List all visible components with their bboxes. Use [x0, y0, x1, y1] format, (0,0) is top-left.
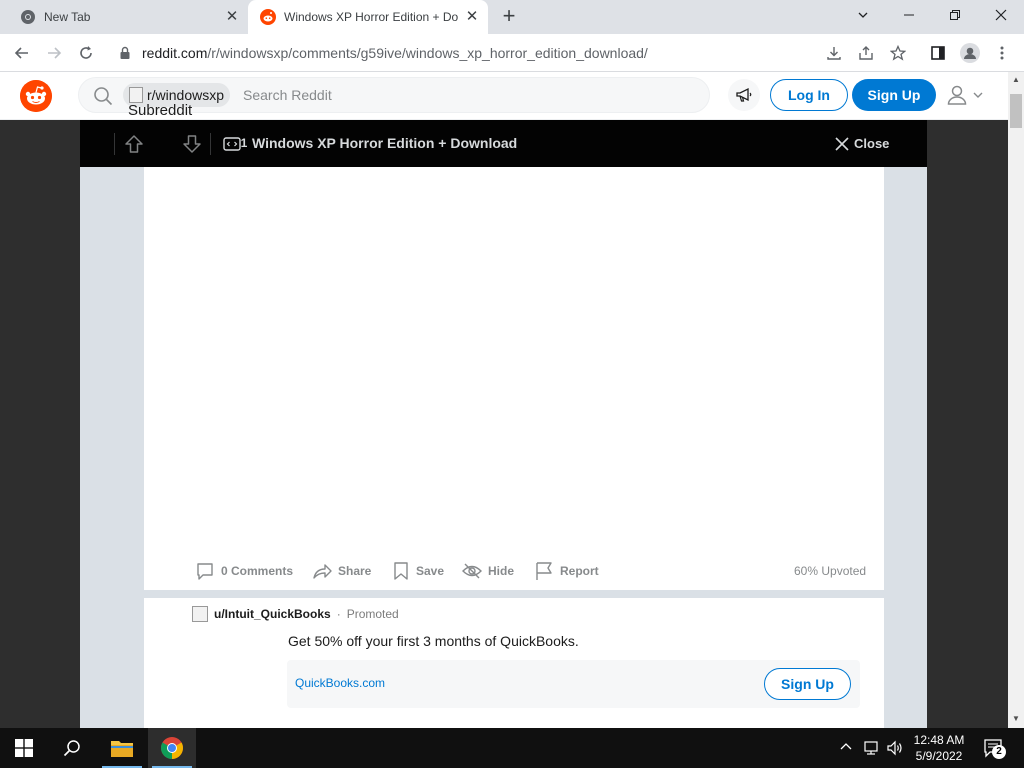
- broken-image-icon: [129, 87, 143, 103]
- downvote-button[interactable]: [182, 120, 202, 167]
- address-bar[interactable]: reddit.com/r/windowsxp/comments/g59ive/w…: [106, 38, 924, 68]
- chrome-icon: [161, 737, 183, 759]
- ad-headline[interactable]: Get 50% off your first 3 months of Quick…: [288, 633, 579, 649]
- network-icon[interactable]: [862, 740, 880, 761]
- notification-count-badge: 2: [992, 745, 1006, 759]
- file-explorer-button[interactable]: [98, 728, 146, 768]
- restore-button[interactable]: [932, 0, 978, 30]
- clock-time: 12:48 AM: [913, 733, 965, 747]
- flag-icon: [536, 562, 552, 580]
- browser-toolbar: reddit.com/r/windowsxp/comments/g59ive/w…: [0, 34, 1024, 72]
- comments-button[interactable]: 0 Comments: [195, 557, 293, 585]
- chrome-taskbar-button[interactable]: [148, 728, 196, 768]
- close-icon: [835, 136, 849, 151]
- bookmark-icon: [394, 562, 408, 580]
- divider: [210, 133, 211, 155]
- promoted-post-header: u/Intuit_QuickBooks · Promoted: [192, 606, 399, 622]
- upvote-ratio: 60% Upvoted: [794, 564, 867, 578]
- bookmark-star-icon[interactable]: [884, 39, 912, 67]
- share-page-icon[interactable]: [852, 39, 880, 67]
- taskbar-search-button[interactable]: [48, 728, 96, 768]
- chrome-menu-icon[interactable]: [988, 39, 1016, 67]
- chevron-down-icon: [973, 92, 983, 98]
- windows-logo-icon: [15, 739, 33, 757]
- share-icon: [313, 564, 332, 579]
- broken-image-icon: [192, 606, 208, 622]
- signup-button[interactable]: Sign Up: [852, 79, 936, 111]
- close-post-button[interactable]: Close: [834, 120, 889, 167]
- browser-tab-strip: New Tab ✕ Windows XP Horror Edition + Do…: [0, 0, 1024, 34]
- subreddit-alt-text: Subreddit: [128, 102, 193, 119]
- show-hidden-icons-chevron-icon[interactable]: [839, 739, 853, 758]
- reload-button[interactable]: [72, 39, 100, 67]
- close-tab-icon[interactable]: ✕: [464, 9, 480, 25]
- advertise-megaphone-icon[interactable]: [728, 79, 760, 111]
- page-scrollbar[interactable]: ▲ ▼: [1008, 72, 1024, 728]
- new-tab-button[interactable]: +: [497, 5, 521, 28]
- volume-icon[interactable]: [886, 740, 904, 761]
- post-content-card: [144, 167, 884, 590]
- report-button[interactable]: Report: [534, 557, 599, 585]
- post-top-bar: 1 Windows XP Horror Edition + Download C…: [80, 120, 927, 167]
- clock-date: 5/9/2022: [915, 749, 963, 763]
- eye-hidden-icon: [462, 563, 482, 579]
- search-icon: [94, 87, 113, 106]
- upvote-arrow-icon: [125, 134, 143, 153]
- search-input[interactable]: Search Reddit: [243, 87, 332, 103]
- folder-icon: [111, 741, 133, 757]
- promoted-label: Promoted: [346, 607, 399, 621]
- lock-icon[interactable]: [118, 46, 132, 60]
- tab-title: New Tab: [44, 10, 91, 24]
- hide-button[interactable]: Hide: [462, 557, 514, 585]
- url-text: reddit.com/r/windowsxp/comments/g59ive/w…: [142, 45, 648, 61]
- save-button[interactable]: Save: [392, 557, 444, 585]
- download-icon[interactable]: [820, 39, 848, 67]
- profile-avatar-icon[interactable]: [956, 39, 984, 67]
- ad-author-link[interactable]: u/Intuit_QuickBooks: [214, 607, 331, 621]
- tab-new-tab[interactable]: New Tab ✕: [8, 0, 248, 34]
- reddit-logo-icon[interactable]: [20, 80, 52, 112]
- search-icon: [63, 740, 80, 757]
- tab-search-icon[interactable]: [840, 0, 886, 30]
- comment-icon: [197, 563, 213, 580]
- start-button[interactable]: [0, 728, 48, 768]
- downvote-arrow-icon: [183, 134, 201, 153]
- back-button[interactable]: [8, 39, 36, 67]
- scroll-up-arrow-icon[interactable]: ▲: [1012, 76, 1020, 84]
- separator-dot: ·: [336, 607, 341, 621]
- windows-taskbar: 12:48 AM 5/9/2022 2: [0, 728, 1024, 768]
- ad-link-box[interactable]: QuickBooks.com Sign Up: [287, 660, 860, 708]
- post-title: Windows XP Horror Edition + Download: [252, 135, 518, 151]
- minimize-button[interactable]: [886, 0, 932, 30]
- chrome-icon: [21, 10, 35, 24]
- close-window-button[interactable]: [978, 0, 1024, 30]
- notification-center-button[interactable]: 2: [983, 738, 1006, 763]
- scroll-down-arrow-icon[interactable]: ▼: [1012, 715, 1020, 723]
- ad-signup-button[interactable]: Sign Up: [764, 668, 851, 700]
- upvote-button[interactable]: [124, 120, 144, 167]
- system-clock[interactable]: 12:48 AM 5/9/2022: [904, 732, 974, 764]
- login-button[interactable]: Log In: [770, 79, 848, 111]
- forward-button[interactable]: [40, 39, 68, 67]
- ad-domain-link[interactable]: QuickBooks.com: [295, 676, 385, 690]
- tab-title: Windows XP Horror Edition + Do: [284, 10, 459, 24]
- divider: [114, 133, 115, 155]
- user-dropdown-menu[interactable]: [946, 82, 990, 108]
- close-tab-icon[interactable]: ✕: [224, 9, 240, 25]
- share-button[interactable]: Share: [312, 557, 371, 585]
- scrollbar-thumb[interactable]: [1010, 94, 1022, 128]
- reddit-favicon-icon: [260, 9, 276, 25]
- side-panel-icon[interactable]: [924, 39, 952, 67]
- user-icon: [947, 85, 967, 105]
- tab-reddit-post[interactable]: Windows XP Horror Edition + Do ✕: [248, 0, 488, 34]
- post-type-icon: [223, 120, 241, 167]
